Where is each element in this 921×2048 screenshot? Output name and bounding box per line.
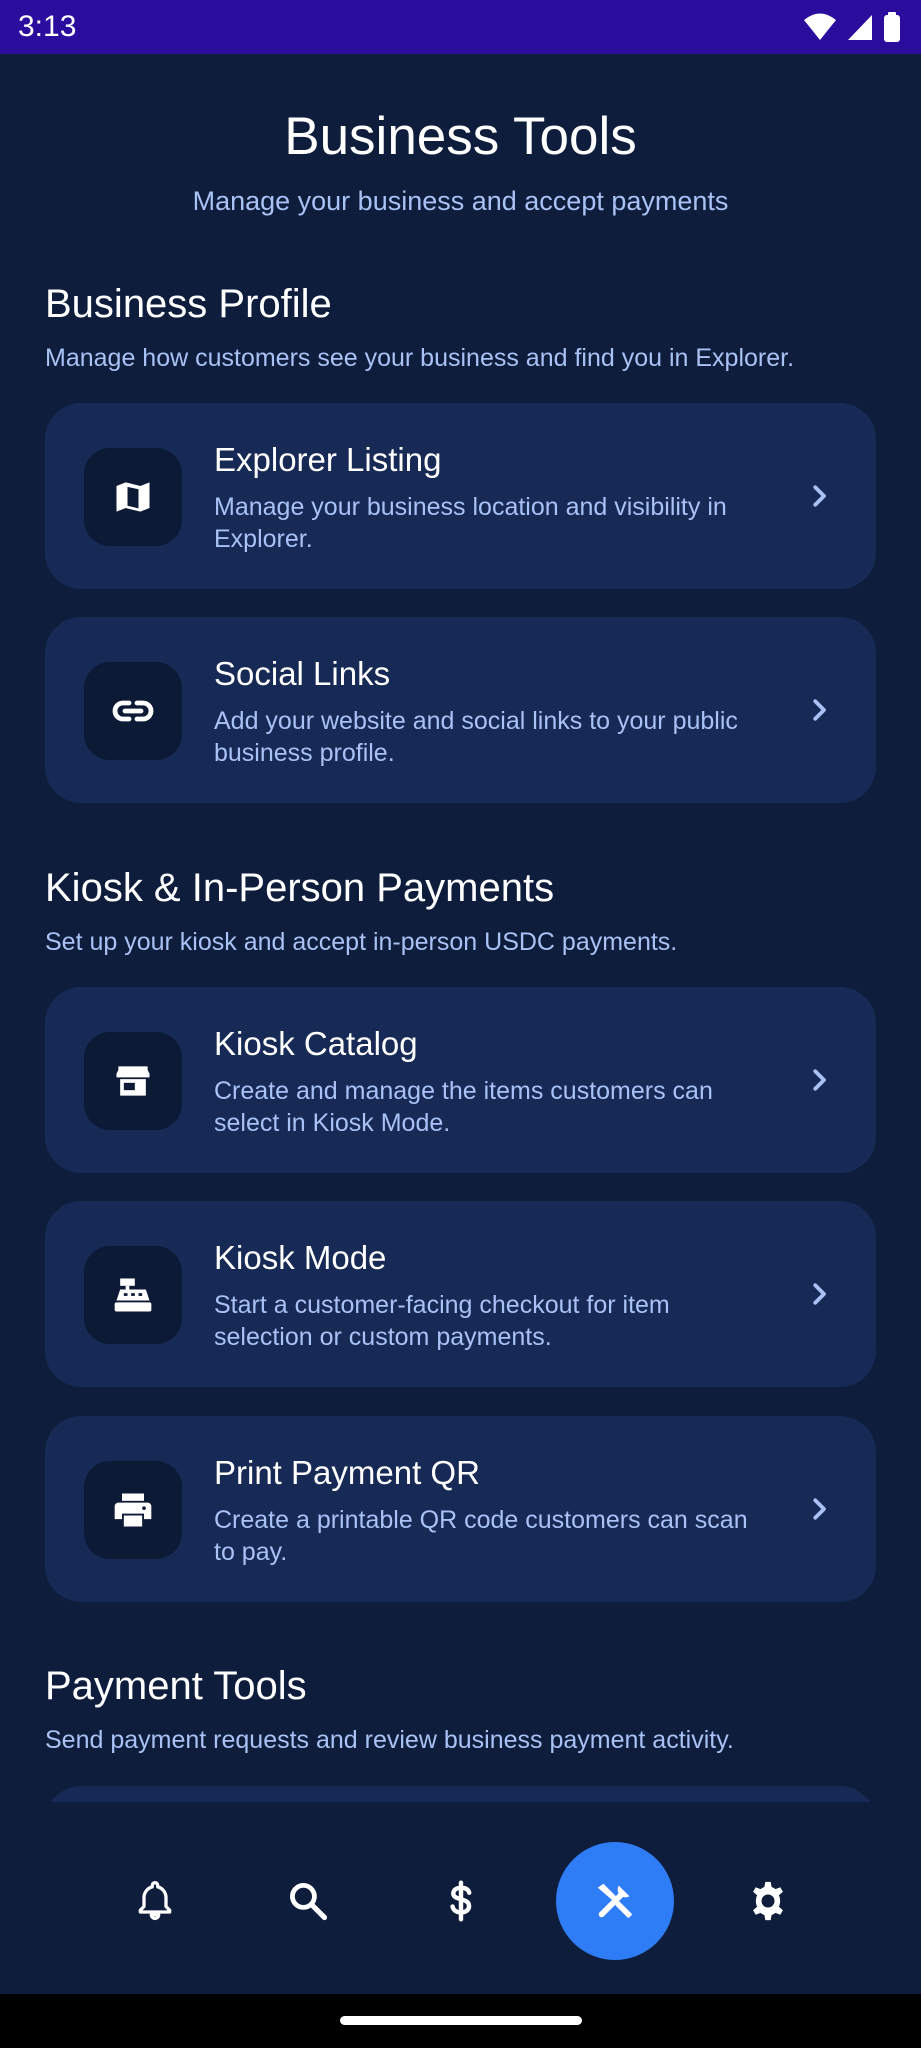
link-icon — [84, 662, 182, 760]
card-title: Kiosk Catalog — [214, 1025, 418, 1062]
card-kiosk-catalog[interactable]: Kiosk Catalog Create and manage the item… — [45, 987, 876, 1173]
search-icon — [290, 1883, 328, 1921]
card-description: Start a customer-facing checkout for ite… — [214, 1291, 670, 1351]
chevron-right-icon — [813, 1283, 826, 1305]
card-description: Create a printable QR code customers can… — [214, 1506, 748, 1566]
status-bar: 3:13 — [0, 0, 921, 54]
status-time: 3:13 — [18, 10, 77, 43]
card-title: Explorer Listing — [214, 441, 442, 478]
status-icons — [803, 12, 901, 42]
wifi-icon — [803, 13, 837, 41]
gear-icon — [753, 1881, 783, 1921]
bell-icon — [138, 1881, 172, 1921]
cash-register-icon — [84, 1246, 182, 1344]
map-icon — [84, 448, 182, 546]
nav-settings[interactable] — [709, 1842, 827, 1960]
card-description: Add your website and social links to you… — [214, 707, 738, 767]
section-title-kiosk: Kiosk & In-Person Payments — [45, 866, 555, 910]
card-description: Create and manage the items customers ca… — [214, 1077, 713, 1137]
section-title-business-profile: Business Profile — [45, 282, 332, 326]
card-kiosk-mode[interactable]: Kiosk Mode Start a customer-facing check… — [45, 1201, 876, 1387]
nav-business-tools[interactable] — [556, 1842, 674, 1960]
storefront-icon — [84, 1032, 182, 1130]
card-title: Social Links — [214, 655, 391, 692]
section-desc-business-profile: Manage how customers see your business a… — [45, 344, 795, 372]
card-partial[interactable] — [45, 1786, 876, 1802]
home-gesture-handle[interactable] — [340, 2016, 582, 2025]
card-description: Manage your business location and visibi… — [214, 493, 727, 553]
scroll-content[interactable]: Business Tools Manage your business and … — [0, 54, 921, 1802]
page-title: Business Tools — [284, 107, 637, 166]
chevron-right-icon — [813, 699, 826, 721]
bottom-nav — [0, 1802, 921, 1994]
battery-icon — [883, 12, 901, 42]
chevron-right-icon — [813, 1498, 826, 1520]
card-title: Kiosk Mode — [214, 1239, 387, 1276]
card-explorer-listing[interactable]: Explorer Listing Manage your business lo… — [45, 403, 876, 589]
nav-notifications[interactable] — [96, 1842, 214, 1960]
tools-icon — [597, 1883, 632, 1918]
section-title-payment-tools: Payment Tools — [45, 1664, 307, 1708]
page-subtitle: Manage your business and accept payments — [192, 186, 729, 216]
nav-search[interactable] — [249, 1842, 367, 1960]
card-title: Print Payment QR — [214, 1454, 480, 1491]
card-social-links[interactable]: Social Links Add your website and social… — [45, 617, 876, 803]
signal-icon — [847, 13, 873, 41]
dollar-icon — [450, 1880, 472, 1922]
chevron-right-icon — [813, 485, 826, 507]
section-desc-payment-tools: Send payment requests and review busines… — [45, 1726, 734, 1754]
section-desc-kiosk: Set up your kiosk and accept in-person U… — [45, 928, 678, 956]
printer-icon — [84, 1461, 182, 1559]
chevron-right-icon — [813, 1069, 826, 1091]
nav-payments[interactable] — [402, 1842, 520, 1960]
card-print-payment-qr[interactable]: Print Payment QR Create a printable QR c… — [45, 1416, 876, 1602]
gesture-bar — [0, 1994, 921, 2048]
